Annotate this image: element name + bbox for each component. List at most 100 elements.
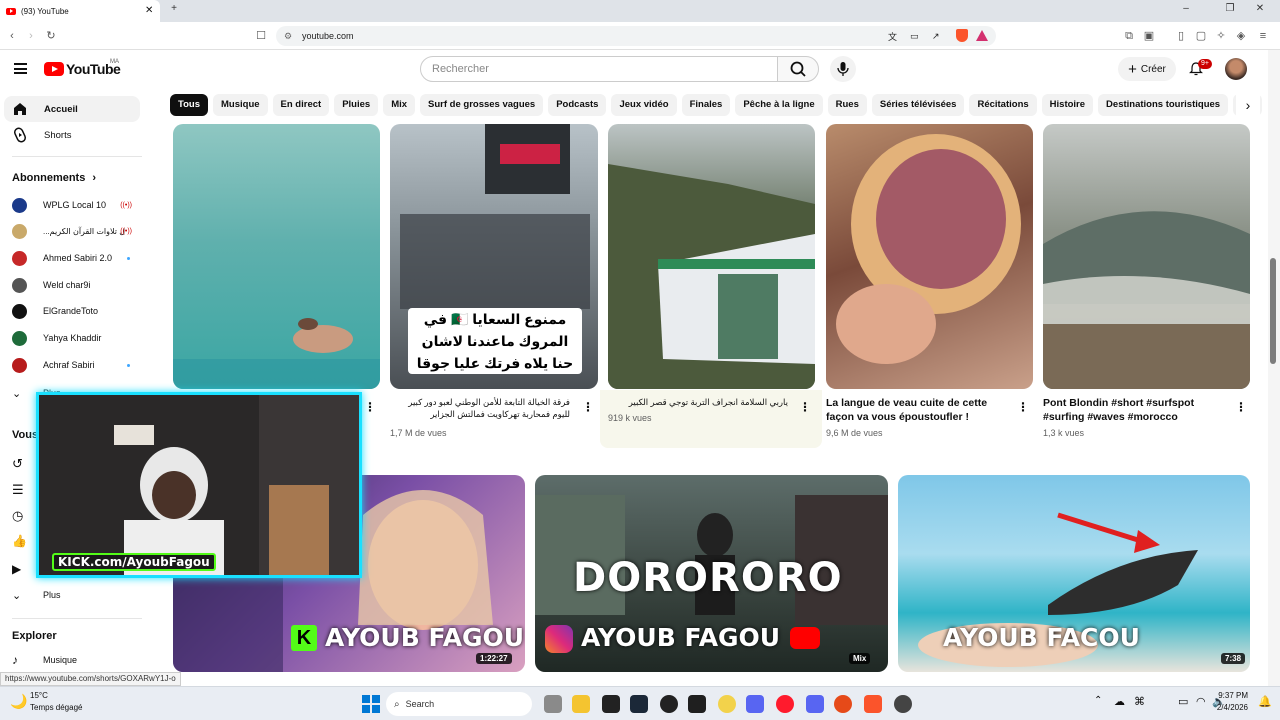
extensions-icon[interactable]: ⧉ <box>1122 29 1136 43</box>
short-thumbnail[interactable] <box>1043 124 1250 389</box>
vpn-icon[interactable]: ◈ <box>1234 29 1248 43</box>
chip[interactable]: Récitations <box>969 94 1037 116</box>
minimize-icon[interactable]: – <box>1176 3 1196 14</box>
you-title[interactable]: Vous <box>12 429 38 441</box>
app-icon[interactable] <box>894 695 912 713</box>
playlists-icon[interactable]: ☰ <box>12 482 24 498</box>
youtube-logo-icon[interactable] <box>44 62 64 76</box>
cast-icon[interactable]: ▭ <box>910 31 919 42</box>
chip[interactable]: Rues <box>827 94 867 116</box>
short-thumbnail[interactable] <box>826 124 1033 389</box>
chip[interactable]: Podcasts <box>548 94 607 116</box>
more-actions-icon[interactable]: ⋮ <box>1235 400 1247 414</box>
history-icon[interactable]: ↺ <box>12 456 23 472</box>
your-videos-icon[interactable]: ▶ <box>12 562 21 576</box>
short-thumbnail[interactable]: ممنوع السعايا 🇩🇿 في المروك ماعندنا لاشان… <box>390 124 598 389</box>
more-actions-icon[interactable]: ⋮ <box>799 400 811 414</box>
menu-icon[interactable]: ≡ <box>1256 29 1270 43</box>
chip[interactable]: En direct <box>272 94 330 116</box>
leo-ai-icon[interactable]: ✧ <box>1214 29 1228 43</box>
more-actions-icon[interactable]: ⋮ <box>364 400 376 414</box>
brave-browser-icon[interactable] <box>864 695 882 713</box>
display-icon[interactable]: ▭ <box>1178 695 1188 708</box>
account-avatar[interactable] <box>1225 58 1247 80</box>
brave-shield-icon[interactable] <box>956 29 968 42</box>
subscription-item[interactable]: Yahya Khaddir <box>12 325 142 351</box>
subscription-item[interactable]: ElGrandeToto <box>12 298 142 324</box>
create-button[interactable]: + Créer <box>1118 57 1176 81</box>
epic-games-icon[interactable] <box>602 695 620 713</box>
clock-time[interactable]: 9:37 PM <box>1214 691 1248 700</box>
close-tab-icon[interactable]: ✕ <box>145 5 153 16</box>
chip[interactable]: Finales <box>681 94 731 116</box>
chip[interactable]: Surf de grosses vagues <box>420 94 544 116</box>
weather-moon-icon[interactable]: 🌙 <box>10 693 27 710</box>
chevron-up-icon[interactable]: ⌃ <box>1094 695 1102 706</box>
subscription-item[interactable]: WPLG Local 10 ((•)) <box>12 192 142 218</box>
reload-icon[interactable]: ↻ <box>44 29 58 43</box>
page-scrollbar[interactable] <box>1268 50 1280 686</box>
video-thumbnail[interactable]: DORORORO AYOUB FAGOU Mix <box>535 475 888 672</box>
short-title[interactable]: ياربي السلامة انجراف التربة توجي قصر الك… <box>608 396 788 408</box>
chips-next-arrow-icon[interactable]: › <box>1236 94 1260 118</box>
sidebar-item-music[interactable]: ♪ Musique <box>12 647 142 673</box>
video-thumbnail[interactable]: AYOUB FACOU 7:38 <box>898 475 1250 672</box>
notifications-icon[interactable]: 🔔 <box>1258 695 1272 708</box>
wifi-icon[interactable]: ◠ <box>1196 695 1206 708</box>
short-title[interactable]: La langue de veau cuite de cette façon v… <box>826 396 1014 424</box>
wallet-icon[interactable]: ▢ <box>1194 29 1208 43</box>
search-input[interactable]: Rechercher <box>420 56 778 82</box>
sidebar-item-shorts[interactable]: Shorts <box>4 122 140 148</box>
chip[interactable]: Pêche à la ligne <box>735 94 823 116</box>
translate-icon[interactable]: 文 <box>888 30 897 43</box>
subscription-item[interactable]: ...ل تلاوات القرآن الكريم ((•)) <box>12 218 142 244</box>
chip[interactable]: Musique <box>213 94 268 116</box>
screenshot-icon[interactable]: ▣ <box>1142 29 1156 43</box>
brave-rewards-icon[interactable] <box>976 30 988 41</box>
share-icon[interactable]: ↗ <box>932 31 940 42</box>
you-more[interactable]: ⌄ Plus <box>12 582 142 608</box>
maximize-icon[interactable]: ❐ <box>1220 3 1240 14</box>
app-icon[interactable] <box>834 695 852 713</box>
sidebar-toggle-icon[interactable]: ▯ <box>1174 29 1188 43</box>
hamburger-menu-icon[interactable] <box>14 63 27 74</box>
chip[interactable]: Jeux vidéo <box>611 94 677 116</box>
liked-videos-icon[interactable]: 👍 <box>12 534 27 548</box>
subscription-item[interactable]: Ahmed Sabiri 2.0 <box>12 245 142 271</box>
bookmark-icon[interactable]: ☐ <box>254 29 268 43</box>
chip[interactable]: Séries télévisées <box>871 94 965 116</box>
sidebar-item-home[interactable]: Accueil <box>4 96 140 122</box>
more-actions-icon[interactable]: ⋮ <box>1017 400 1029 414</box>
obs-icon[interactable] <box>660 695 678 713</box>
chip[interactable]: Destinations touristiques <box>1098 94 1229 116</box>
short-title[interactable]: فرقة الخيالة التابعة للأمن الوطني لعبو د… <box>390 396 570 420</box>
address-bar[interactable]: ⚙ youtube.com 文 ▭ ↗ <box>276 26 996 46</box>
clock-date[interactable]: 2/4/2026 <box>1206 703 1248 712</box>
discord-icon[interactable] <box>806 695 824 713</box>
taskbar-search[interactable]: ⌕ Search <box>386 692 532 716</box>
short-thumbnail[interactable] <box>173 124 380 389</box>
new-tab-icon[interactable]: + <box>164 3 184 14</box>
scrollbar-thumb[interactable] <box>1270 258 1276 364</box>
chip[interactable]: Tous <box>170 94 208 116</box>
chip[interactable]: Mix <box>383 94 416 116</box>
browser-tab[interactable]: (93) YouTube ✕ <box>0 0 160 22</box>
site-info-icon[interactable]: ⚙ <box>284 31 292 42</box>
short-thumbnail[interactable] <box>608 124 815 389</box>
task-view-icon[interactable] <box>544 695 562 713</box>
watch-later-icon[interactable]: ◷ <box>12 508 23 524</box>
app-icon[interactable] <box>688 695 706 713</box>
app-icon[interactable] <box>718 695 736 713</box>
voice-search-button[interactable] <box>830 56 856 82</box>
onedrive-icon[interactable]: ☁ <box>1114 695 1125 708</box>
subscriptions-title[interactable]: Abonnements › <box>12 172 96 184</box>
chip[interactable]: Pluies <box>334 94 379 116</box>
subscription-item[interactable]: Weld char9i <box>12 272 142 298</box>
back-icon[interactable]: ‹ <box>5 29 19 43</box>
forward-icon[interactable]: › <box>24 29 38 43</box>
search-button[interactable] <box>777 56 819 82</box>
windows-start-icon[interactable] <box>362 695 380 713</box>
opera-icon[interactable] <box>776 695 794 713</box>
chip[interactable]: Histoire <box>1041 94 1094 116</box>
close-window-icon[interactable]: ✕ <box>1250 3 1270 14</box>
